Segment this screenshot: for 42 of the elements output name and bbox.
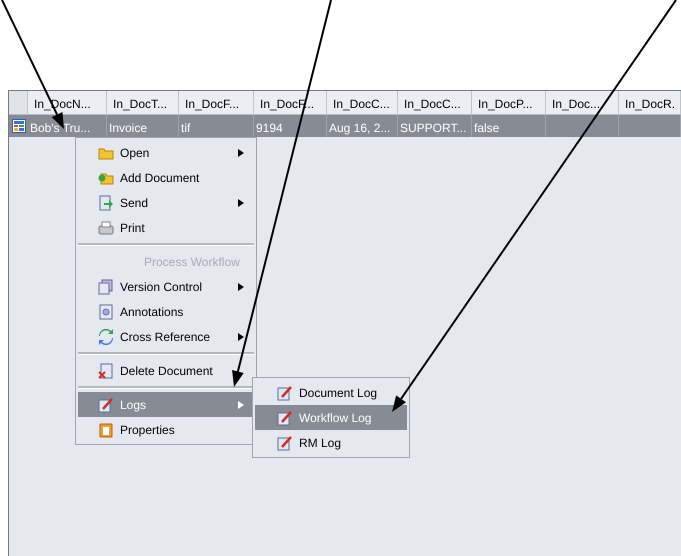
menu-item[interactable]: Add Document <box>78 165 254 190</box>
menu-item[interactable]: Print <box>78 215 254 240</box>
table-cell: Invoice <box>109 121 148 135</box>
column-header[interactable]: In_DocR. <box>619 91 681 114</box>
caret-icon <box>238 400 244 408</box>
menu-item[interactable]: RM Log <box>255 430 407 455</box>
menu-item[interactable]: Document Log <box>255 380 407 405</box>
caret-icon <box>238 282 244 290</box>
pen-document-icon <box>277 384 293 400</box>
menu-item[interactable]: Send <box>78 190 254 215</box>
menu-item[interactable]: Cross Reference <box>78 324 254 349</box>
column-header[interactable]: In_DocT... <box>107 91 179 114</box>
menu-item[interactable]: Delete Document <box>78 358 254 383</box>
menu-item[interactable]: Annotations <box>78 299 254 324</box>
caret-icon <box>238 148 244 156</box>
pen-document-icon <box>277 434 293 450</box>
table-cell: Aug 16, 2... <box>329 121 390 135</box>
pen-document-icon <box>98 396 114 412</box>
column-header[interactable]: In_DocP... <box>472 91 546 114</box>
menu-item[interactable]: Open <box>78 140 254 165</box>
table-cell: Bob's Tru... <box>30 121 90 135</box>
refresh-icon <box>98 328 114 344</box>
table-cell: tif <box>181 121 190 135</box>
menu-item[interactable]: Properties <box>78 417 254 442</box>
caret-icon <box>238 332 244 340</box>
printer-icon <box>98 220 114 236</box>
caret-icon <box>238 198 244 206</box>
grid-icon <box>12 119 26 133</box>
column-header[interactable]: In_DocC... <box>327 91 398 114</box>
pen-document-icon <box>277 410 293 426</box>
column-header[interactable]: In_DocF... <box>179 91 254 114</box>
document-arrow-icon <box>98 194 114 210</box>
menu-item[interactable]: Version Control <box>78 274 254 299</box>
clipboard-icon <box>98 422 114 438</box>
column-header[interactable]: In_Doc... <box>546 91 619 114</box>
document-icon <box>98 304 114 320</box>
document-delete-icon <box>98 362 114 378</box>
table-cell: false <box>474 121 500 135</box>
table-cell: 9194 <box>256 121 283 135</box>
table-cell: SUPPORT... <box>400 121 466 135</box>
column-header[interactable]: In_DocC... <box>398 91 472 114</box>
documents-icon <box>98 278 114 294</box>
